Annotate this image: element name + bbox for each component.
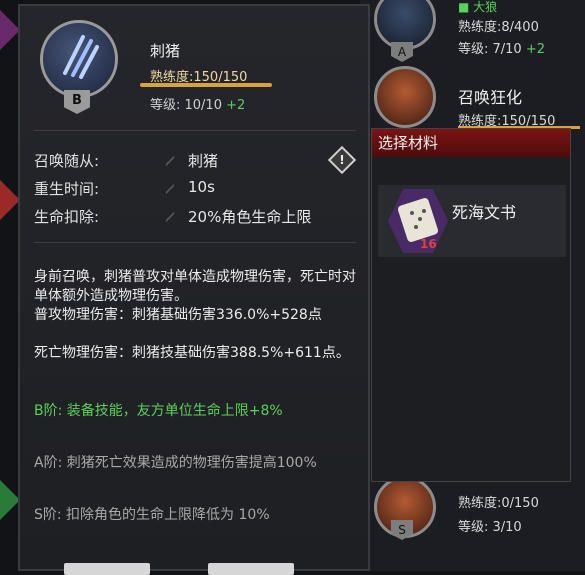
list-item[interactable]: A ■ 大狼 熟练度:8/400 等级: 7/10 +2	[360, 0, 585, 62]
separator	[166, 152, 174, 170]
left-action-button[interactable]	[64, 563, 150, 575]
material-select-popup: 选择材料 16 死海文书	[371, 128, 571, 482]
material-name: 死海文书	[452, 203, 517, 222]
divider	[34, 242, 356, 243]
skill-detail-card: B 刺猪 熟练度:150/150 等级: 10/10 +2 召唤随从: 刺猪 !…	[18, 4, 370, 575]
stat-label: 召唤随从:	[34, 152, 100, 170]
list-item-name: 召唤狂化	[458, 88, 523, 107]
stat-row: 生命扣除: 20%角色生命上限	[34, 206, 356, 230]
list-item-proficiency: 熟练度:8/400	[458, 20, 539, 35]
stat-label: 重生时间:	[34, 180, 100, 198]
proficiency-bar	[140, 83, 272, 87]
claw-skill-icon	[40, 20, 118, 98]
list-item-name: ■ 大狼	[458, 0, 498, 14]
list-item-level: 等级: 7/10 +2	[458, 42, 546, 57]
skill-name: 刺猪	[150, 42, 181, 60]
stat-row: 召唤随从: 刺猪	[34, 150, 356, 174]
list-item[interactable]: 召唤狂化 熟练度:150/150	[360, 66, 585, 129]
skill-description: 身前召唤，刺猪普攻对单体造成物理伤害，死亡时对单体额外造成物理伤害。	[34, 269, 356, 304]
scroll-icon	[388, 189, 448, 253]
fist-emblem-icon	[374, 66, 436, 128]
edge-decoration	[0, 480, 20, 520]
list-item-level: 等级: 3/10	[458, 520, 522, 535]
rank-s-effect: S阶: 扣除角色的生命上限降低为 10%	[34, 507, 270, 523]
right-action-button[interactable]	[208, 563, 294, 575]
popup-title: 选择材料	[372, 129, 570, 157]
stat-value: 20%角色生命上限	[188, 208, 312, 226]
death-damage-text: 死亡物理伤害：刺猪技基础伤害388.5%+611点。	[34, 345, 350, 361]
rank-badge: B	[64, 90, 90, 114]
list-item-proficiency: 熟练度:0/150	[458, 496, 539, 511]
rank-a-effect: A阶: 刺猪死亡效果造成的物理伤害提高100%	[34, 455, 317, 471]
rank-b-effect: B阶: 装备技能，友方单位生命上限+8%	[34, 403, 283, 419]
skill-level: 等级: 10/10 +2	[150, 98, 246, 113]
separator	[166, 208, 174, 226]
material-item[interactable]: 16 死海文书	[378, 185, 566, 257]
edge-decoration	[0, 180, 20, 220]
stat-value: 10s	[188, 178, 215, 196]
list-item[interactable]: S 熟练度:0/150 等级: 3/10	[360, 476, 585, 546]
attack-damage-text: 普攻物理伤害：刺猪基础伤害336.0%+528点	[34, 307, 322, 323]
stat-value: 刺猪	[188, 152, 219, 170]
stat-label: 生命扣除:	[34, 208, 100, 226]
separator	[166, 180, 174, 198]
material-count: 16	[420, 237, 437, 251]
stat-row: 重生时间: 10s	[34, 178, 356, 202]
divider	[34, 130, 356, 131]
rank-badge: A	[391, 42, 413, 62]
edge-decoration	[0, 10, 20, 50]
